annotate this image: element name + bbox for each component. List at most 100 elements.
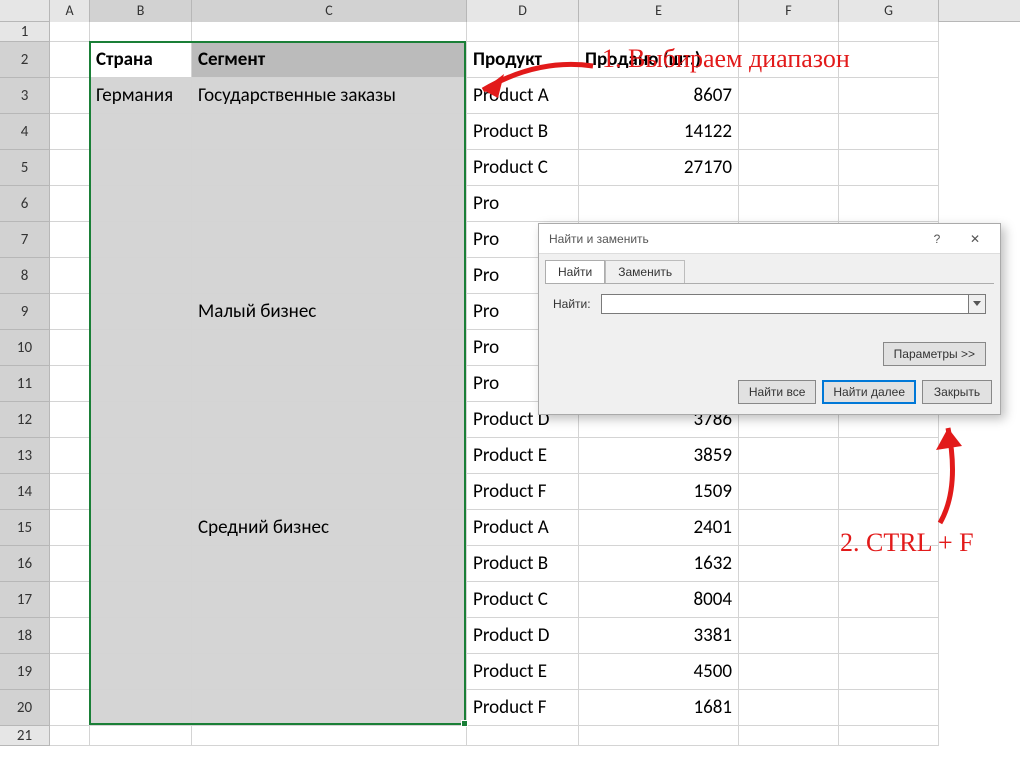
cell-A1[interactable]: [50, 22, 90, 42]
cell-B21[interactable]: [90, 726, 192, 746]
cell-D13[interactable]: Product E: [467, 438, 579, 474]
cell-F20[interactable]: [739, 690, 839, 726]
row-header-6[interactable]: 6: [0, 186, 50, 222]
col-header-A[interactable]: A: [50, 0, 90, 22]
cell-B5[interactable]: [90, 150, 192, 186]
cell-B20[interactable]: [90, 690, 192, 726]
cell-E19[interactable]: 4500: [579, 654, 739, 690]
cell-G17[interactable]: [839, 582, 939, 618]
cell-A11[interactable]: [50, 366, 90, 402]
cell-B15[interactable]: [90, 510, 192, 546]
cell-G2[interactable]: [839, 42, 939, 78]
cell-A10[interactable]: [50, 330, 90, 366]
cell-G18[interactable]: [839, 618, 939, 654]
cell-A19[interactable]: [50, 654, 90, 690]
cell-C15[interactable]: Средний бизнес: [192, 510, 467, 546]
cell-F3[interactable]: [739, 78, 839, 114]
row-header-20[interactable]: 20: [0, 690, 50, 726]
cell-B10[interactable]: [90, 330, 192, 366]
cell-A7[interactable]: [50, 222, 90, 258]
cell-E13[interactable]: 3859: [579, 438, 739, 474]
cell-D17[interactable]: Product C: [467, 582, 579, 618]
cell-G1[interactable]: [839, 22, 939, 42]
cell-D21[interactable]: [467, 726, 579, 746]
row-header-21[interactable]: 21: [0, 726, 50, 746]
select-all-corner[interactable]: [0, 0, 50, 22]
cell-E18[interactable]: 3381: [579, 618, 739, 654]
cell-E15[interactable]: 2401: [579, 510, 739, 546]
cell-A6[interactable]: [50, 186, 90, 222]
cell-G5[interactable]: [839, 150, 939, 186]
col-header-E[interactable]: E: [579, 0, 739, 22]
cell-E1[interactable]: [579, 22, 739, 42]
row-header-3[interactable]: 3: [0, 78, 50, 114]
cell-F5[interactable]: [739, 150, 839, 186]
cell-G4[interactable]: [839, 114, 939, 150]
tab-replace[interactable]: Заменить: [605, 260, 685, 283]
cell-A17[interactable]: [50, 582, 90, 618]
cell-B19[interactable]: [90, 654, 192, 690]
find-dropdown-icon[interactable]: [968, 294, 986, 314]
cell-C10[interactable]: [192, 330, 467, 366]
cell-C4[interactable]: [192, 114, 467, 150]
find-all-button[interactable]: Найти все: [738, 380, 817, 404]
cell-D1[interactable]: [467, 22, 579, 42]
row-header-8[interactable]: 8: [0, 258, 50, 294]
row-header-13[interactable]: 13: [0, 438, 50, 474]
cell-B9[interactable]: [90, 294, 192, 330]
help-icon[interactable]: ?: [918, 226, 956, 252]
cell-F16[interactable]: [739, 546, 839, 582]
col-header-B[interactable]: B: [90, 0, 192, 22]
cell-D15[interactable]: Product A: [467, 510, 579, 546]
cell-A5[interactable]: [50, 150, 90, 186]
cell-C11[interactable]: [192, 366, 467, 402]
cell-E16[interactable]: 1632: [579, 546, 739, 582]
cell-A21[interactable]: [50, 726, 90, 746]
cell-F13[interactable]: [739, 438, 839, 474]
cell-C20[interactable]: [192, 690, 467, 726]
cell-C13[interactable]: [192, 438, 467, 474]
row-header-14[interactable]: 14: [0, 474, 50, 510]
row-header-16[interactable]: 16: [0, 546, 50, 582]
find-replace-dialog[interactable]: Найти и заменить ? ✕ Найти Заменить Найт…: [538, 223, 1001, 415]
row-header-12[interactable]: 12: [0, 402, 50, 438]
cell-F17[interactable]: [739, 582, 839, 618]
cell-D19[interactable]: Product E: [467, 654, 579, 690]
cell-B11[interactable]: [90, 366, 192, 402]
close-button[interactable]: Закрыть: [922, 380, 992, 404]
cell-A15[interactable]: [50, 510, 90, 546]
cell-F19[interactable]: [739, 654, 839, 690]
cell-C7[interactable]: [192, 222, 467, 258]
cell-B3[interactable]: Германия: [90, 78, 192, 114]
cell-C19[interactable]: [192, 654, 467, 690]
dialog-titlebar[interactable]: Найти и заменить ? ✕: [539, 224, 1000, 254]
fill-handle[interactable]: [461, 720, 468, 727]
cell-B17[interactable]: [90, 582, 192, 618]
params-button[interactable]: Параметры >>: [883, 342, 986, 366]
cell-B6[interactable]: [90, 186, 192, 222]
col-header-F[interactable]: F: [739, 0, 839, 22]
row-header-17[interactable]: 17: [0, 582, 50, 618]
cell-D6[interactable]: Pro: [467, 186, 579, 222]
find-combo[interactable]: [601, 294, 986, 314]
cell-A14[interactable]: [50, 474, 90, 510]
cell-D5[interactable]: Product C: [467, 150, 579, 186]
cell-A20[interactable]: [50, 690, 90, 726]
cell-F14[interactable]: [739, 474, 839, 510]
cell-E14[interactable]: 1509: [579, 474, 739, 510]
row-header-18[interactable]: 18: [0, 618, 50, 654]
cell-B7[interactable]: [90, 222, 192, 258]
row-header-15[interactable]: 15: [0, 510, 50, 546]
row-header-5[interactable]: 5: [0, 150, 50, 186]
row-header-4[interactable]: 4: [0, 114, 50, 150]
cell-G19[interactable]: [839, 654, 939, 690]
cell-C16[interactable]: [192, 546, 467, 582]
cell-D2[interactable]: Продукт: [467, 42, 579, 78]
cell-F4[interactable]: [739, 114, 839, 150]
cell-D16[interactable]: Product B: [467, 546, 579, 582]
cell-C9[interactable]: Малый бизнес: [192, 294, 467, 330]
cell-A4[interactable]: [50, 114, 90, 150]
cell-E21[interactable]: [579, 726, 739, 746]
cell-B4[interactable]: [90, 114, 192, 150]
cell-B1[interactable]: [90, 22, 192, 42]
